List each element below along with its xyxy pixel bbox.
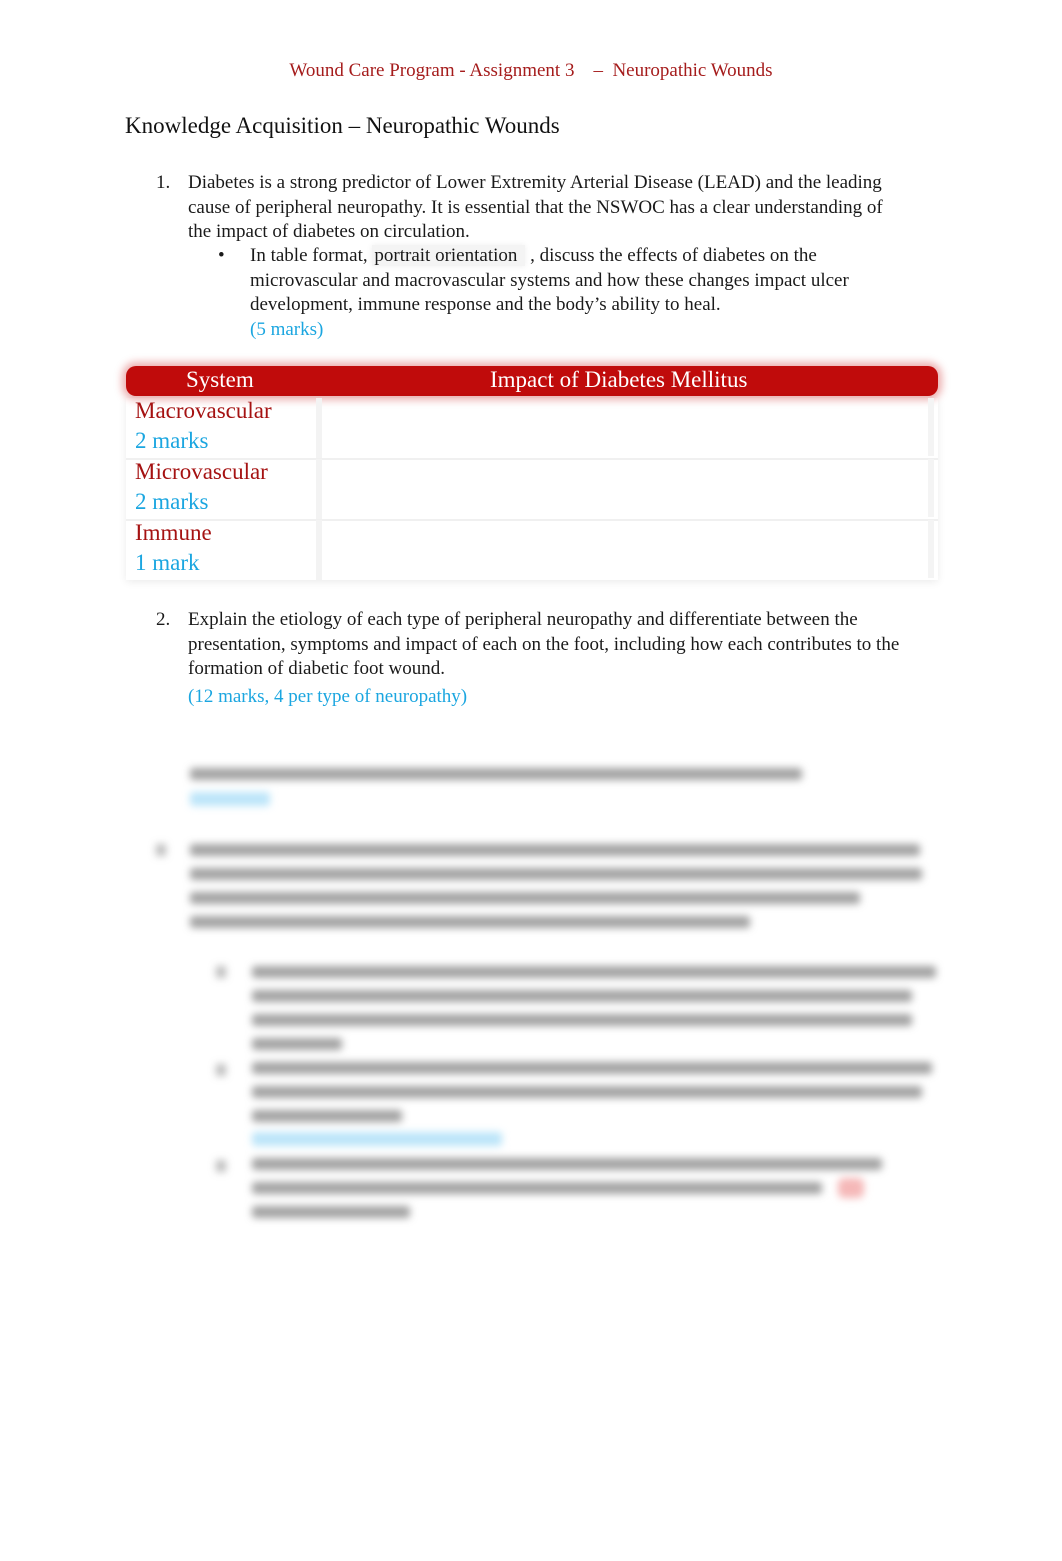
blurred-text-line	[252, 1062, 932, 1074]
blurred-text-line	[190, 768, 802, 780]
blurred-text-line	[252, 1206, 410, 1218]
blurred-marks	[252, 1132, 502, 1146]
blurred-text-line	[190, 916, 750, 928]
obscured-content	[0, 0, 1062, 1561]
blurred-text-line	[252, 966, 936, 978]
blurred-text-line	[252, 990, 912, 1002]
blurred-text-line	[190, 844, 920, 856]
blurred-number	[216, 966, 226, 978]
blurred-text-line	[252, 1182, 822, 1194]
blurred-text-line	[252, 1158, 882, 1170]
blurred-text-line	[190, 892, 860, 904]
blurred-highlight	[838, 1178, 864, 1198]
blurred-text-line	[252, 1038, 342, 1050]
blurred-number	[216, 1160, 226, 1172]
blurred-text-line	[252, 1014, 912, 1026]
blurred-text-line	[252, 1086, 922, 1098]
blurred-number	[156, 844, 166, 856]
blurred-text-line	[190, 868, 922, 880]
blurred-marks	[190, 792, 270, 806]
blurred-number	[216, 1064, 226, 1076]
blurred-text-line	[252, 1110, 402, 1122]
